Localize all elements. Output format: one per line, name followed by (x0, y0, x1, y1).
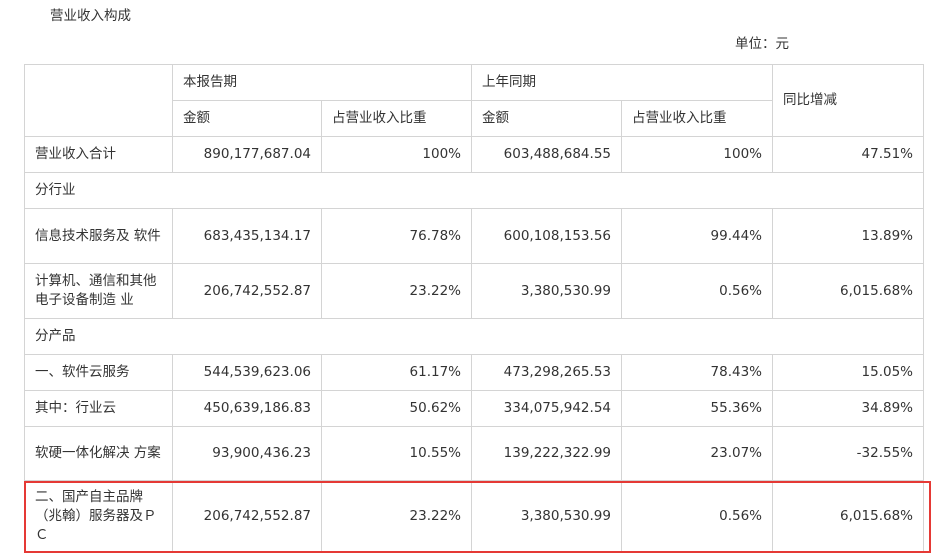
current-amount-cell: 890,177,687.04 (172, 136, 322, 173)
table-row: 信息技术服务及 软件 683,435,134.17 76.78% 600,108… (24, 208, 924, 264)
header-current-amount: 金额 (172, 100, 322, 137)
table-row: 计算机、通信和其他电子设备制造 业 206,742,552.87 23.22% … (24, 263, 924, 319)
table-row: 营业收入合计 890,177,687.04 100% 603,488,684.5… (24, 136, 924, 173)
current-share-cell: 76.78% (321, 208, 472, 264)
table-section-row: 分产品 (24, 318, 924, 355)
header-prior-amount: 金额 (471, 100, 622, 137)
header-blank-cell (24, 64, 173, 137)
table-row: 一、软件云服务 544,539,623.06 61.17% 473,298,26… (24, 354, 924, 391)
current-amount-cell: 544,539,623.06 (172, 354, 322, 391)
yoy-change-cell: 47.51% (772, 136, 924, 173)
section-label-product: 分产品 (24, 318, 924, 355)
prior-share-cell: 100% (621, 136, 773, 173)
current-share-cell: 100% (321, 136, 472, 173)
section-label-industry: 分行业 (24, 172, 924, 209)
current-amount-cell: 206,742,552.87 (172, 480, 322, 553)
header-yoy-change: 同比增减 (772, 64, 924, 137)
current-share-cell: 61.17% (321, 354, 472, 391)
current-amount-cell: 450,639,186.83 (172, 390, 322, 427)
prior-amount-cell: 473,298,265.53 (471, 354, 622, 391)
prior-share-cell: 23.07% (621, 426, 773, 481)
prior-amount-cell: 139,222,322.99 (471, 426, 622, 481)
table-row-highlighted: 二、国产自主品牌（兆翰）服务器及ＰＣ 206,742,552.87 23.22%… (24, 480, 924, 553)
row-label: 一、软件云服务 (24, 354, 173, 391)
yoy-change-cell: -32.55% (772, 426, 924, 481)
table-section-row: 分行业 (24, 172, 924, 209)
header-current-period: 本报告期 (172, 64, 472, 101)
current-share-cell: 23.22% (321, 263, 472, 319)
header-prior-share: 占营业收入比重 (621, 100, 773, 137)
current-share-cell: 10.55% (321, 426, 472, 481)
row-label: 信息技术服务及 软件 (24, 208, 173, 264)
table-row: 软硬一体化解决 方案 93,900,436.23 10.55% 139,222,… (24, 426, 924, 481)
prior-share-cell: 0.56% (621, 480, 773, 553)
current-amount-cell: 683,435,134.17 (172, 208, 322, 264)
prior-amount-cell: 3,380,530.99 (471, 263, 622, 319)
yoy-change-cell: 6,015.68% (772, 263, 924, 319)
yoy-change-cell: 15.05% (772, 354, 924, 391)
current-amount-cell: 93,900,436.23 (172, 426, 322, 481)
revenue-composition-table: 本报告期 上年同期 同比增减 金额 占营业收入比重 金额 占营业收入比重 营业收… (24, 64, 924, 553)
prior-amount-cell: 600,108,153.56 (471, 208, 622, 264)
prior-share-cell: 0.56% (621, 263, 773, 319)
page-title: 营业收入构成 (50, 8, 131, 24)
current-share-cell: 23.22% (321, 480, 472, 553)
yoy-change-cell: 6,015.68% (772, 480, 924, 553)
prior-share-cell: 99.44% (621, 208, 773, 264)
unit-label: 单位：元 (735, 36, 789, 52)
table-row: 其中：行业云 450,639,186.83 50.62% 334,075,942… (24, 390, 924, 427)
header-prior-period: 上年同期 (471, 64, 773, 101)
prior-amount-cell: 334,075,942.54 (471, 390, 622, 427)
prior-share-cell: 55.36% (621, 390, 773, 427)
prior-amount-cell: 603,488,684.55 (471, 136, 622, 173)
row-label: 其中：行业云 (24, 390, 173, 427)
row-label: 营业收入合计 (24, 136, 173, 173)
header-current-share: 占营业收入比重 (321, 100, 472, 137)
current-share-cell: 50.62% (321, 390, 472, 427)
current-amount-cell: 206,742,552.87 (172, 263, 322, 319)
prior-share-cell: 78.43% (621, 354, 773, 391)
yoy-change-cell: 13.89% (772, 208, 924, 264)
row-label: 软硬一体化解决 方案 (24, 426, 173, 481)
prior-amount-cell: 3,380,530.99 (471, 480, 622, 553)
row-label: 二、国产自主品牌（兆翰）服务器及ＰＣ (24, 480, 173, 553)
row-label: 计算机、通信和其他电子设备制造 业 (24, 263, 173, 319)
yoy-change-cell: 34.89% (772, 390, 924, 427)
